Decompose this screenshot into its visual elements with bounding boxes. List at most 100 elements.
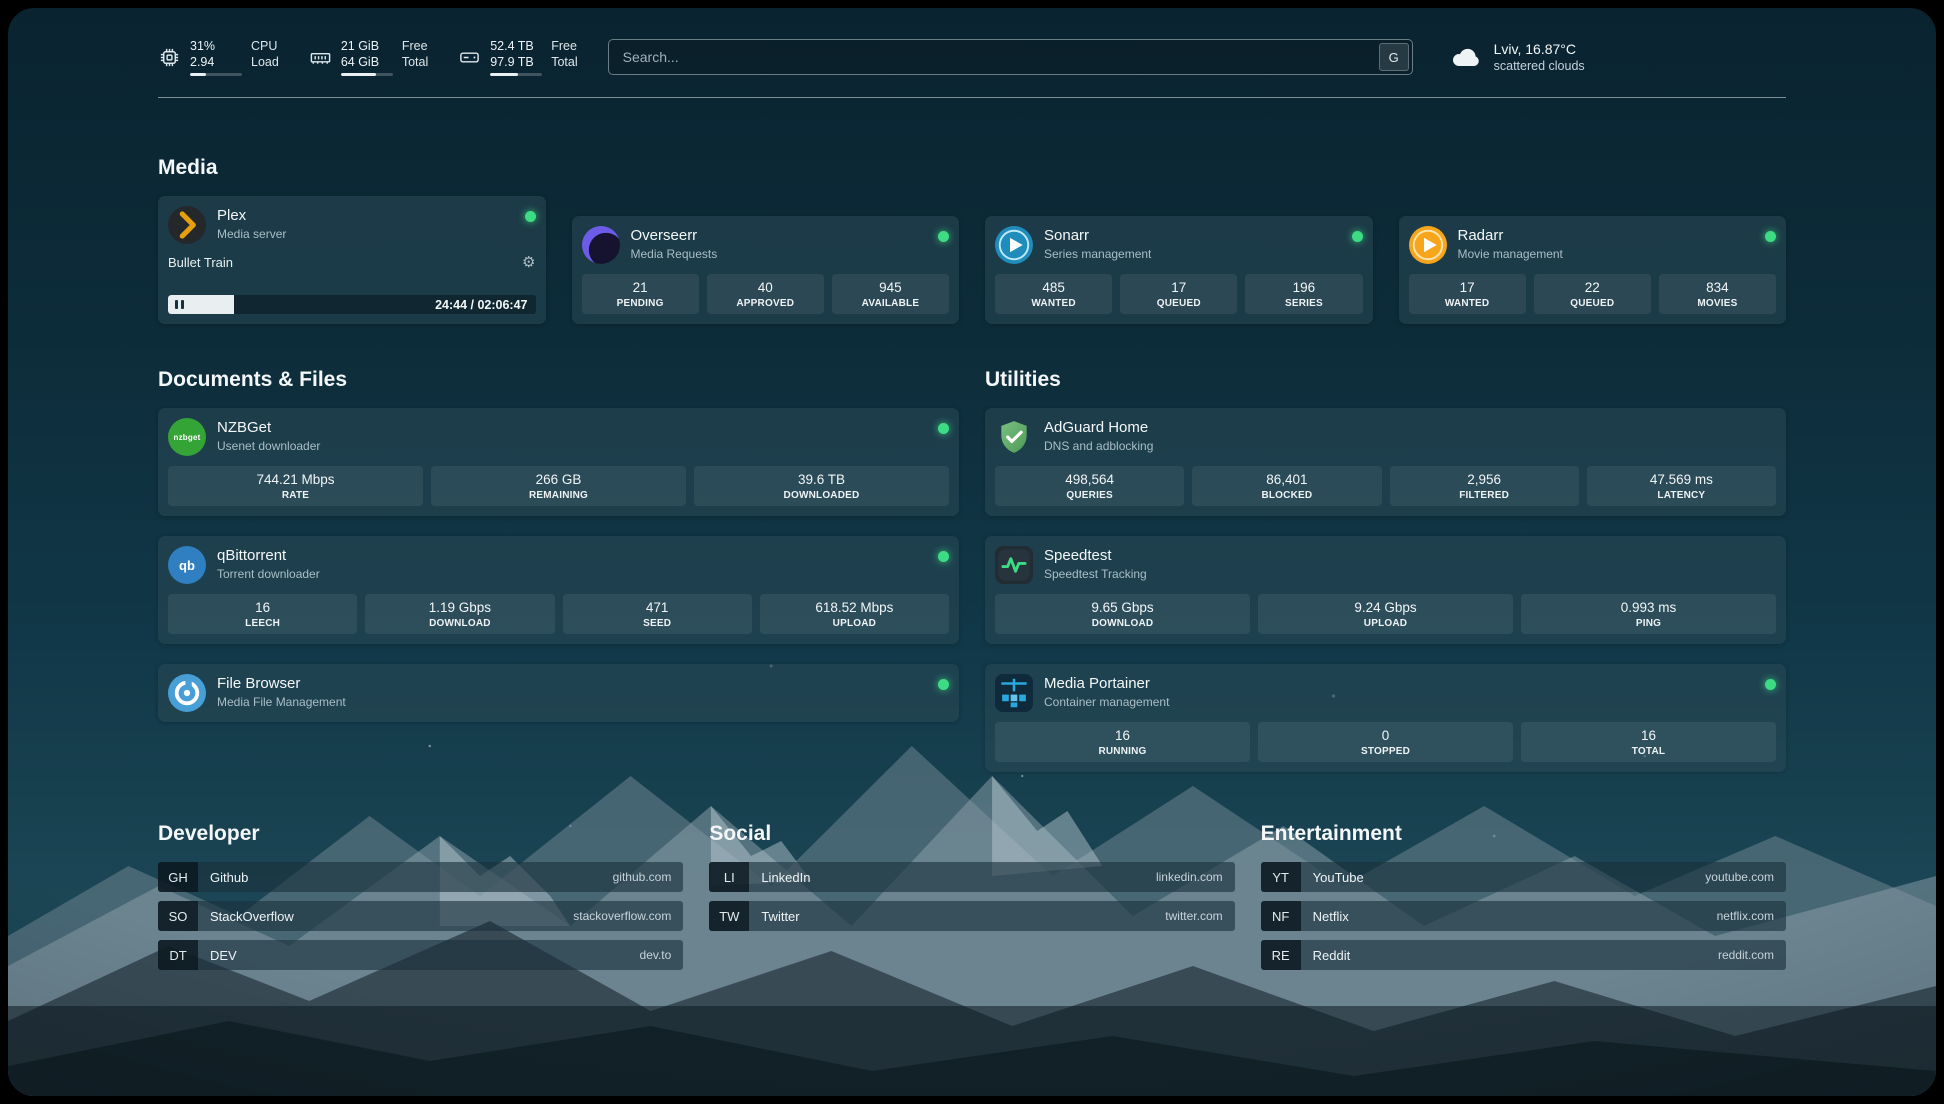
service-card-portainer[interactable]: Media Portainer Container management 16 …	[985, 664, 1786, 772]
service-title: Sonarr	[1044, 227, 1151, 244]
ram-free: 21 GiB	[341, 38, 393, 54]
stat-wanted: 485 WANTED	[995, 274, 1112, 314]
stat-label: UPLOAD	[1262, 618, 1509, 629]
ram-label-top: Free	[402, 38, 428, 54]
bookmark-dev[interactable]: DT DEV dev.to	[158, 940, 683, 970]
status-dot	[938, 423, 949, 434]
service-card-speedtest[interactable]: Speedtest Speedtest Tracking 9.65 Gbps D…	[985, 536, 1786, 644]
bookmark-url: reddit.com	[1718, 948, 1786, 962]
section-documents: Documents & Files nzbget NZBGet Usenet d…	[158, 368, 959, 722]
stat-label: QUEUED	[1124, 298, 1233, 309]
stat-value: 1.19 Gbps	[369, 600, 550, 615]
service-card-filebrowser[interactable]: File Browser Media File Management	[158, 664, 959, 722]
stat-label: AVAILABLE	[836, 298, 945, 309]
service-card-adguard[interactable]: AdGuard Home DNS and adblocking 498,564 …	[985, 408, 1786, 516]
stat-label: RATE	[172, 490, 419, 501]
bookmark-youtube[interactable]: YT YouTube youtube.com	[1261, 862, 1786, 892]
bookmark-netflix[interactable]: NF Netflix netflix.com	[1261, 901, 1786, 931]
service-card-radarr[interactable]: Radarr Movie management 17 WANTED 22 QUE…	[1399, 216, 1787, 324]
gear-icon[interactable]: ⚙	[522, 255, 535, 270]
service-card-plex[interactable]: Plex Media server Bullet Train ⚙ 24:44 /…	[158, 196, 546, 324]
disk-label-top: Free	[551, 38, 577, 54]
service-subtitle: Speedtest Tracking	[1044, 567, 1147, 581]
service-card-nzbget[interactable]: nzbget NZBGet Usenet downloader 744.21 M…	[158, 408, 959, 516]
service-card-sonarr[interactable]: Sonarr Series management 485 WANTED 17 Q…	[985, 216, 1373, 324]
cpu-percent: 31%	[190, 38, 242, 54]
cpu-icon	[158, 46, 181, 69]
memory-icon	[309, 46, 332, 69]
ram-total: 64 GiB	[341, 54, 393, 70]
stat-value: 0	[1262, 728, 1509, 743]
stat-label: MOVIES	[1663, 298, 1772, 309]
disk-free: 52.4 TB	[490, 38, 542, 54]
nzbget-icon-text: nzbget	[174, 433, 201, 442]
bookmark-name: Reddit	[1301, 948, 1351, 963]
section-entertainment: Entertainment YT YouTube youtube.com NF …	[1261, 822, 1786, 979]
service-subtitle: Media Requests	[631, 247, 718, 261]
cpu-meter	[190, 73, 242, 76]
stat-label: QUEUED	[1538, 298, 1647, 309]
radarr-icon	[1409, 226, 1447, 264]
stat-queries: 498,564 QUERIES	[995, 466, 1184, 506]
status-dot	[525, 211, 536, 222]
bookmark-url: stackoverflow.com	[573, 909, 683, 923]
playback-time: 24:44 / 02:06:47	[435, 295, 527, 314]
service-subtitle: Media server	[217, 227, 286, 241]
top-bar: 31% 2.94 CPU Load 21 GiB	[158, 34, 1786, 80]
bookmark-url: linkedin.com	[1156, 870, 1235, 884]
stat-value: 16	[999, 728, 1246, 743]
stat-approved: 40 APPROVED	[707, 274, 824, 314]
service-title: Radarr	[1458, 227, 1563, 244]
service-title: NZBGet	[217, 419, 320, 436]
stat-value: 834	[1663, 280, 1772, 295]
service-title: Media Portainer	[1044, 675, 1169, 692]
stat-label: WANTED	[999, 298, 1108, 309]
bookmark-github[interactable]: GH Github github.com	[158, 862, 683, 892]
playback-progress-bar: 24:44 / 02:06:47	[168, 295, 536, 314]
adguard-shield-icon	[995, 418, 1033, 456]
status-dot	[1765, 679, 1776, 690]
service-card-overseerr[interactable]: Overseerr Media Requests 21 PENDING 40 A…	[572, 216, 960, 324]
speedtest-icon	[995, 546, 1033, 584]
stat-value: 9.24 Gbps	[1262, 600, 1509, 615]
section-title-developer: Developer	[158, 822, 683, 846]
section-media: Media Plex Media server	[158, 156, 1786, 324]
search-provider-button[interactable]: G	[1379, 43, 1409, 71]
service-card-qbittorrent[interactable]: qb qBittorrent Torrent downloader 16 LEE…	[158, 536, 959, 644]
service-title: Overseerr	[631, 227, 718, 244]
stat-value: 266 GB	[435, 472, 682, 487]
stats-row: 21 PENDING 40 APPROVED 945 AVAILABLE	[582, 274, 950, 314]
cpu-widget: 31% 2.94 CPU Load	[158, 38, 279, 77]
bookmark-url: github.com	[613, 870, 684, 884]
bookmark-reddit[interactable]: RE Reddit reddit.com	[1261, 940, 1786, 970]
stat-value: 945	[836, 280, 945, 295]
stat-label: FILTERED	[1394, 490, 1575, 501]
bookmark-twitter[interactable]: TW Twitter twitter.com	[709, 901, 1234, 931]
disk-widget: 52.4 TB 97.9 TB Free Total	[458, 38, 577, 77]
pause-icon[interactable]	[175, 300, 184, 309]
bookmark-stackoverflow[interactable]: SO StackOverflow stackoverflow.com	[158, 901, 683, 931]
portainer-icon	[995, 674, 1033, 712]
stat-value: 618.52 Mbps	[764, 600, 945, 615]
search-input[interactable]	[609, 40, 1376, 74]
stat-value: 498,564	[999, 472, 1180, 487]
section-title-entertainment: Entertainment	[1261, 822, 1786, 846]
stat-value: 16	[172, 600, 353, 615]
bookmark-name: Github	[198, 870, 248, 885]
stat-series: 196 SERIES	[1245, 274, 1362, 314]
bookmark-abbr: TW	[709, 901, 749, 931]
section-social: Social LI LinkedIn linkedin.com TW Twitt…	[709, 822, 1234, 940]
overseerr-icon	[582, 226, 620, 264]
media-grid: Plex Media server Bullet Train ⚙ 24:44 /…	[158, 196, 1786, 324]
stat-value: 86,401	[1196, 472, 1377, 487]
stat-label: UPLOAD	[764, 618, 945, 629]
bookmark-abbr: GH	[158, 862, 198, 892]
dashboard-content: 31% 2.94 CPU Load 21 GiB	[8, 8, 1936, 979]
header-divider	[158, 97, 1786, 98]
stat-label: RUNNING	[999, 746, 1246, 757]
stat-value: 17	[1413, 280, 1522, 295]
stat-download: 1.19 Gbps DOWNLOAD	[365, 594, 554, 634]
status-dot	[938, 231, 949, 242]
bookmark-linkedin[interactable]: LI LinkedIn linkedin.com	[709, 862, 1234, 892]
stat-label: APPROVED	[711, 298, 820, 309]
